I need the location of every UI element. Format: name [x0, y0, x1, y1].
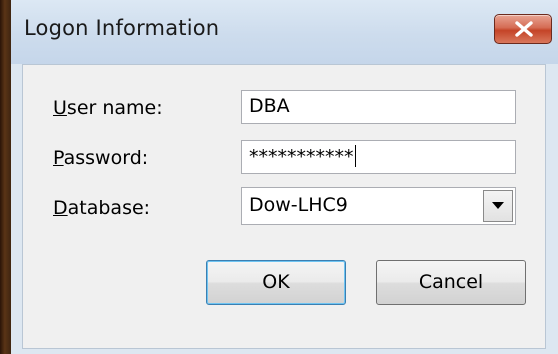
- logon-dialog: Logon Information User name: DBA Passwor…: [11, 0, 558, 354]
- window-title: Logon Information: [24, 16, 220, 40]
- chevron-down-icon: [492, 202, 504, 209]
- password-value: ***********: [249, 146, 354, 168]
- password-label-mnemonic: P: [53, 147, 64, 169]
- database-label-text: atabase:: [67, 197, 151, 219]
- cancel-button[interactable]: Cancel: [376, 260, 526, 305]
- database-value: Dow-LHC9: [249, 194, 348, 216]
- database-select[interactable]: Dow-LHC9: [241, 187, 516, 225]
- password-label-text: assword:: [63, 147, 149, 169]
- password-label: Password:: [53, 147, 148, 169]
- username-value: DBA: [249, 95, 290, 117]
- title-bar[interactable]: Logon Information: [11, 0, 558, 64]
- database-dropdown-button[interactable]: [483, 190, 513, 222]
- database-label: Database:: [53, 197, 150, 219]
- ok-button[interactable]: OK: [206, 260, 346, 305]
- database-label-mnemonic: D: [53, 197, 68, 219]
- close-button[interactable]: [494, 14, 552, 44]
- username-input[interactable]: DBA: [241, 90, 516, 124]
- password-input[interactable]: ***********: [241, 140, 516, 174]
- username-label: User name:: [53, 97, 163, 119]
- username-label-text: ser name:: [66, 97, 163, 119]
- close-x-icon: [515, 21, 533, 37]
- dialog-client-area: User name: DBA Password: *********** Dat…: [22, 64, 546, 349]
- text-caret: [354, 145, 356, 167]
- username-label-mnemonic: U: [53, 97, 67, 119]
